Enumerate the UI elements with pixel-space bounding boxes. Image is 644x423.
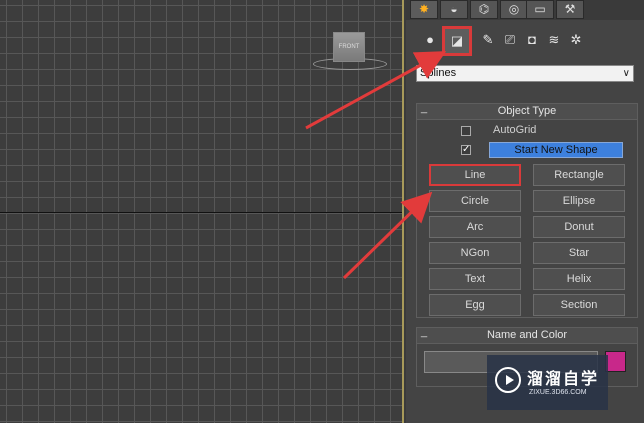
geometry-sphere-icon[interactable]: ● (420, 30, 440, 50)
circle-button[interactable]: Circle (429, 190, 521, 212)
watermark-main-text: 溜溜自学 (527, 371, 600, 388)
spacewarps-icon[interactable]: ≋ (544, 30, 564, 50)
object-type-rollout: _ Object Type AutoGrid ✓ Start New Shape… (416, 101, 638, 318)
object-type-title: Object Type (497, 105, 557, 117)
star-button[interactable]: Star (533, 242, 625, 264)
command-panel-tabs: ✸ ◒ ⌬ ◎ ▭ ⚒ (406, 0, 644, 20)
watermark-sub-text: ZIXUE.3D66.COM (529, 389, 587, 396)
shapes-icon[interactable]: ◪ (442, 26, 472, 56)
utilities-hammer-icon: ⚒ (564, 2, 576, 16)
ellipse-button[interactable]: Ellipse (533, 190, 625, 212)
egg-button[interactable]: Egg (429, 294, 521, 316)
utilities-tab[interactable]: ⚒ (556, 0, 584, 19)
viewcube[interactable]: FRONT (333, 32, 365, 62)
hierarchy-tab[interactable]: ⌬ (470, 0, 498, 19)
modify-icon: ◒ (450, 2, 458, 16)
create-sun-icon: ✸ (418, 2, 430, 16)
category-dropdown-value: Splines (420, 67, 457, 79)
rollout-collapse-icon[interactable]: _ (421, 101, 427, 116)
hierarchy-icon: ⌬ (478, 2, 490, 16)
text-button[interactable]: Text (429, 268, 521, 290)
create-subcategory-icons: ● ◪ ✎ ⎚ ◘ ≋ ✲ (416, 26, 636, 56)
lights-icon[interactable]: ✎ (478, 30, 498, 50)
chevron-down-icon[interactable]: ∨ (623, 66, 630, 81)
systems-icon[interactable]: ✲ (566, 30, 586, 50)
helpers-icon[interactable]: ◘ (522, 30, 542, 50)
autogrid-checkbox[interactable] (461, 126, 471, 136)
object-type-header[interactable]: _ Object Type (417, 101, 637, 120)
category-dropdown[interactable]: Splines ∨ (416, 65, 634, 82)
display-tab[interactable]: ▭ (526, 0, 554, 19)
arc-button[interactable]: Arc (429, 216, 521, 238)
donut-button[interactable]: Donut (533, 216, 625, 238)
line-button[interactable]: Line (429, 164, 521, 186)
start-new-shape-button[interactable]: Start New Shape (489, 142, 623, 158)
name-and-color-title: Name and Color (486, 329, 568, 341)
modify-tab[interactable]: ◒ (440, 0, 468, 19)
perspective-viewport[interactable]: FRONT (0, 0, 404, 423)
autogrid-row: AutoGrid (461, 124, 581, 138)
autogrid-label: AutoGrid (493, 124, 537, 136)
viewport-active-border (402, 0, 404, 423)
rectangle-button[interactable]: Rectangle (533, 164, 625, 186)
helix-button[interactable]: Helix (533, 268, 625, 290)
ngon-button[interactable]: NGon (429, 242, 521, 264)
create-tab[interactable]: ✸ (410, 0, 438, 19)
cameras-icon[interactable]: ⎚ (500, 30, 520, 50)
display-icon: ▭ (534, 2, 546, 16)
object-color-swatch[interactable] (605, 351, 626, 372)
watermark-logo: 溜溜自学 ZIXUE.3D66.COM (487, 355, 608, 410)
name-and-color-header[interactable]: _ Name and Color (417, 325, 637, 344)
motion-tab[interactable]: ◎ (500, 0, 528, 19)
rollout-collapse-icon[interactable]: _ (421, 325, 427, 340)
start-new-shape-checkbox[interactable]: ✓ (461, 145, 471, 155)
section-button[interactable]: Section (533, 294, 625, 316)
viewport-axis-line (0, 212, 404, 213)
motion-icon: ◎ (508, 2, 520, 16)
play-logo-icon (495, 367, 521, 393)
